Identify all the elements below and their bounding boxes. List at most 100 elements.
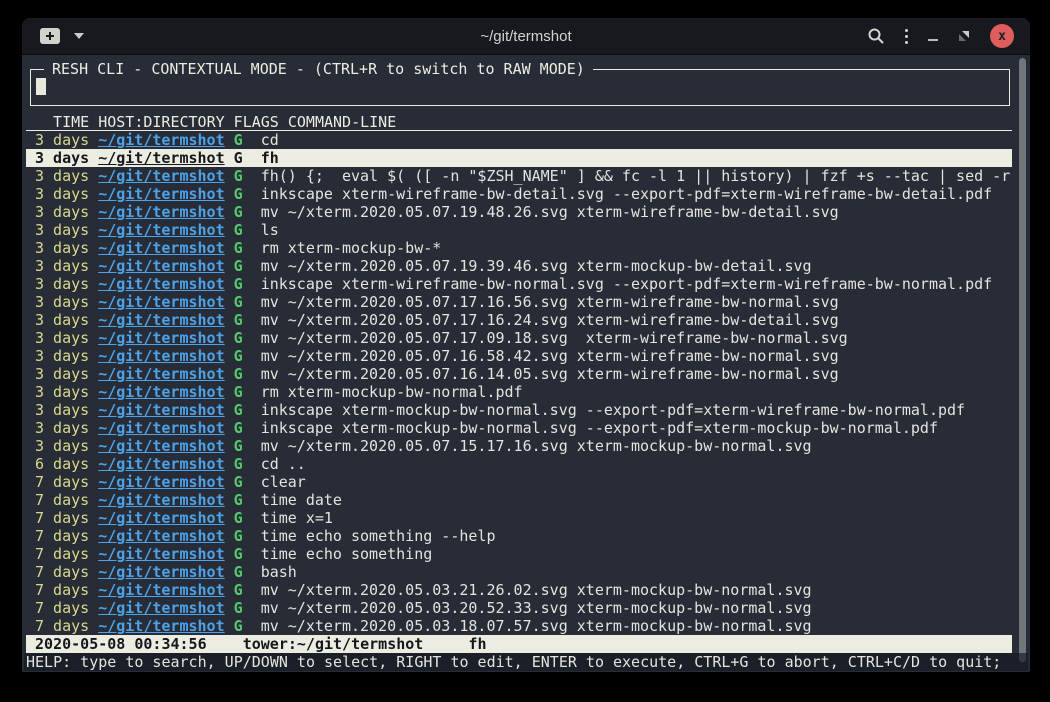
row-flag: G	[234, 383, 243, 401]
row-command: inkscape xterm-wireframe-bw-detail.svg -…	[261, 185, 993, 203]
row-age: 3 days	[35, 401, 89, 419]
row-flag: G	[234, 257, 243, 275]
history-row[interactable]: 6 days ~/git/termshot G cd ..	[26, 455, 1012, 473]
text-cursor	[36, 78, 46, 95]
row-age: 6 days	[35, 455, 89, 473]
row-directory: ~/git/termshot	[98, 131, 224, 149]
titlebar-left-controls	[22, 28, 84, 44]
history-row[interactable]: 7 days ~/git/termshot G bash	[26, 563, 1012, 581]
terminal-window: ~/git/termshot x RESH CLI - CONTE	[22, 18, 1030, 672]
history-row[interactable]: 3 days ~/git/termshot G fh	[26, 149, 1012, 167]
history-row[interactable]: 7 days ~/git/termshot G mv ~/xterm.2020.…	[26, 617, 1012, 635]
row-command: mv ~/xterm.2020.05.07.16.58.42.svg xterm…	[261, 347, 839, 365]
history-row[interactable]: 3 days ~/git/termshot G mv ~/xterm.2020.…	[26, 365, 1012, 383]
new-tab-icon[interactable]	[40, 28, 60, 44]
history-list: 3 days ~/git/termshot G cd 3 days ~/git/…	[26, 131, 1012, 635]
row-flag: G	[234, 401, 243, 419]
row-command: mv ~/xterm.2020.05.07.19.39.46.svg xterm…	[261, 257, 812, 275]
row-command: rm xterm-mockup-bw-*	[261, 239, 442, 257]
row-flag: G	[234, 329, 243, 347]
menu-kebab-icon[interactable]	[905, 29, 908, 44]
row-directory: ~/git/termshot	[98, 257, 224, 275]
row-flag: G	[234, 275, 243, 293]
row-command: time echo something	[261, 545, 433, 563]
row-directory: ~/git/termshot	[98, 419, 224, 437]
history-row[interactable]: 3 days ~/git/termshot G mv ~/xterm.2020.…	[26, 437, 1012, 455]
row-directory: ~/git/termshot	[98, 347, 224, 365]
row-flag: G	[234, 311, 243, 329]
history-row[interactable]: 3 days ~/git/termshot G mv ~/xterm.2020.…	[26, 329, 1012, 347]
kebab-dot	[905, 29, 908, 32]
history-row[interactable]: 3 days ~/git/termshot G rm xterm-mockup-…	[26, 239, 1012, 257]
row-age: 7 days	[35, 545, 89, 563]
row-age: 3 days	[35, 275, 89, 293]
help-bar: HELP: type to search, UP/DOWN to select,…	[24, 653, 1028, 671]
history-row[interactable]: 3 days ~/git/termshot G cd	[26, 131, 1012, 149]
history-row[interactable]: 7 days ~/git/termshot G mv ~/xterm.2020.…	[26, 599, 1012, 617]
history-row[interactable]: 3 days ~/git/termshot G rm xterm-mockup-…	[26, 383, 1012, 401]
status-host-directory: tower:~/git/termshot	[243, 635, 424, 653]
row-command: fh() {; eval $( ([ -n "$ZSH_NAME" ] && f…	[261, 167, 1011, 185]
table-header: TIME HOST:DIRECTORY FLAGS COMMAND-LINE	[26, 113, 1012, 131]
row-directory: ~/git/termshot	[98, 365, 224, 383]
search-box-title: RESH CLI - CONTEXTUAL MODE - (CTRL+R to …	[44, 60, 593, 78]
history-row[interactable]: 3 days ~/git/termshot G mv ~/xterm.2020.…	[26, 311, 1012, 329]
row-directory: ~/git/termshot	[98, 383, 224, 401]
row-directory: ~/git/termshot	[98, 275, 224, 293]
row-flag: G	[234, 167, 243, 185]
restore-button[interactable]	[958, 30, 970, 42]
titlebar: ~/git/termshot x	[22, 18, 1030, 55]
row-flag: G	[234, 563, 243, 581]
history-row[interactable]: 3 days ~/git/termshot G ls	[26, 221, 1012, 239]
row-flag: G	[234, 149, 243, 167]
row-directory: ~/git/termshot	[98, 329, 224, 347]
history-row[interactable]: 3 days ~/git/termshot G inkscape xterm-m…	[26, 419, 1012, 437]
history-row[interactable]: 3 days ~/git/termshot G inkscape xterm-w…	[26, 185, 1012, 203]
row-command: mv ~/xterm.2020.05.07.15.17.16.svg xterm…	[261, 437, 812, 455]
row-flag: G	[234, 599, 243, 617]
history-row[interactable]: 7 days ~/git/termshot G time x=1	[26, 509, 1012, 527]
history-row[interactable]: 7 days ~/git/termshot G time echo someth…	[26, 545, 1012, 563]
row-directory: ~/git/termshot	[98, 203, 224, 221]
history-row[interactable]: 7 days ~/git/termshot G time echo someth…	[26, 527, 1012, 545]
search-icon[interactable]	[867, 27, 885, 45]
row-directory: ~/git/termshot	[98, 401, 224, 419]
row-command: mv ~/xterm.2020.05.07.17.16.56.svg xterm…	[261, 293, 839, 311]
row-flag: G	[234, 491, 243, 509]
history-row[interactable]: 3 days ~/git/termshot G mv ~/xterm.2020.…	[26, 293, 1012, 311]
history-row[interactable]: 7 days ~/git/termshot G mv ~/xterm.2020.…	[26, 581, 1012, 599]
history-row[interactable]: 3 days ~/git/termshot G inkscape xterm-w…	[26, 275, 1012, 293]
row-directory: ~/git/termshot	[98, 527, 224, 545]
row-age: 3 days	[35, 221, 89, 239]
row-directory: ~/git/termshot	[98, 491, 224, 509]
status-command: fh	[468, 635, 486, 653]
chevron-down-icon[interactable]	[74, 33, 84, 39]
history-row[interactable]: 7 days ~/git/termshot G time date	[26, 491, 1012, 509]
row-directory: ~/git/termshot	[98, 149, 224, 167]
search-box[interactable]: RESH CLI - CONTEXTUAL MODE - (CTRL+R to …	[30, 69, 1010, 106]
history-row[interactable]: 7 days ~/git/termshot G clear	[26, 473, 1012, 491]
scrollbar[interactable]	[1019, 58, 1026, 662]
titlebar-right-controls: x	[867, 24, 1030, 48]
row-age: 7 days	[35, 599, 89, 617]
kebab-dot	[905, 41, 908, 44]
row-command: bash	[261, 563, 297, 581]
history-row[interactable]: 3 days ~/git/termshot G mv ~/xterm.2020.…	[26, 203, 1012, 221]
row-command: mv ~/xterm.2020.05.03.18.07.57.svg xterm…	[261, 617, 812, 635]
row-flag: G	[234, 617, 243, 635]
close-button[interactable]: x	[990, 24, 1014, 48]
row-age: 3 days	[35, 149, 89, 167]
row-flag: G	[234, 419, 243, 437]
row-directory: ~/git/termshot	[98, 437, 224, 455]
row-directory: ~/git/termshot	[98, 239, 224, 257]
row-age: 7 days	[35, 509, 89, 527]
history-row[interactable]: 3 days ~/git/termshot G inkscape xterm-m…	[26, 401, 1012, 419]
history-row[interactable]: 3 days ~/git/termshot G mv ~/xterm.2020.…	[26, 347, 1012, 365]
row-age: 7 days	[35, 527, 89, 545]
row-age: 3 days	[35, 311, 89, 329]
row-command: time date	[261, 491, 342, 509]
history-row[interactable]: 3 days ~/git/termshot G mv ~/xterm.2020.…	[26, 257, 1012, 275]
history-row[interactable]: 3 days ~/git/termshot G fh() {; eval $( …	[26, 167, 1012, 185]
minimize-button[interactable]	[928, 39, 938, 41]
row-flag: G	[234, 347, 243, 365]
